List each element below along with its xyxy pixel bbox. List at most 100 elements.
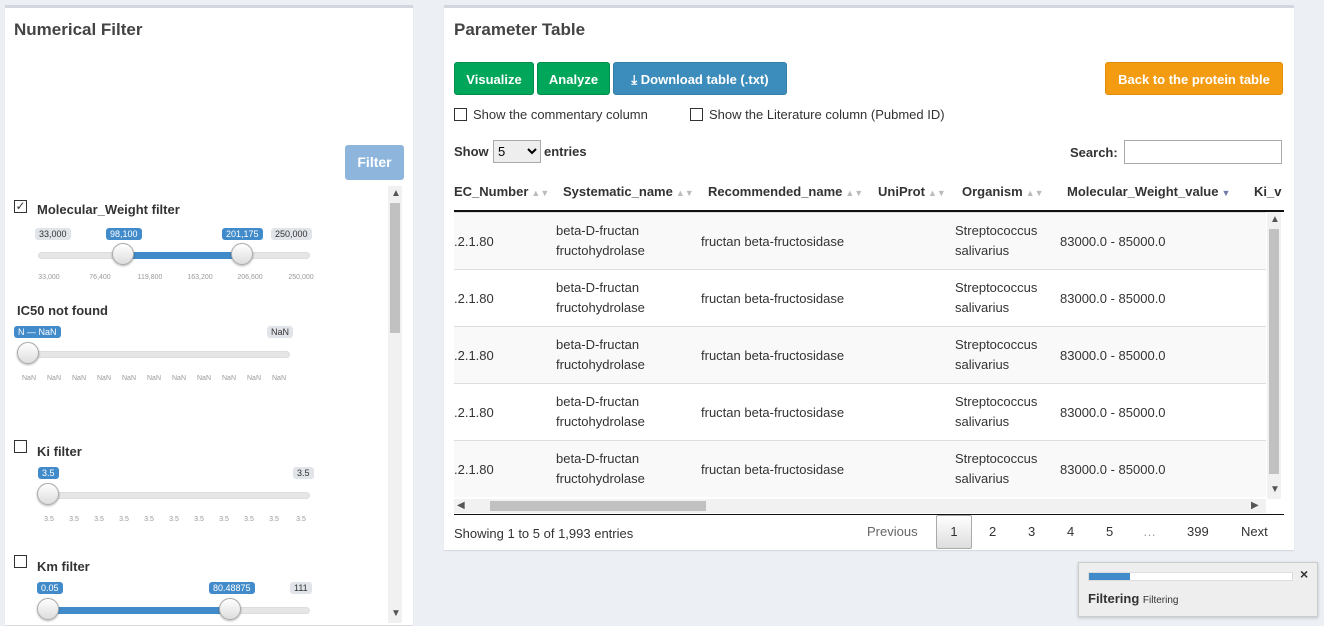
slider-track[interactable] — [38, 492, 310, 499]
tick-label: 163,200 — [187, 274, 213, 281]
slider-from-handle[interactable] — [37, 598, 59, 620]
table-row[interactable]: .2.1.80 beta-D-fructan fructohydrolase fr… — [454, 326, 1266, 383]
literature-column-toggle[interactable]: Show the Literature column (Pubmed ID) — [690, 107, 945, 122]
pagination-page-5[interactable]: 5 — [1106, 524, 1113, 539]
progress-notification: × Filtering Filtering — [1078, 562, 1318, 617]
close-icon[interactable]: × — [1300, 566, 1308, 582]
scroll-up-icon[interactable]: ▲ — [1270, 214, 1280, 225]
slider-from-label: 0.05 — [37, 582, 63, 594]
table-row[interactable]: .2.1.80 beta-D-fructan fructohydrolase fr… — [454, 212, 1266, 269]
cell-line: Streptococcus — [955, 451, 1038, 466]
header-label: UniProt — [878, 184, 925, 199]
cell-molecular-weight: 83000.0 - 85000.0 — [1060, 462, 1166, 477]
slider-min-label: 33,000 — [35, 228, 71, 240]
scroll-down-icon[interactable]: ▼ — [1270, 484, 1280, 495]
commentary-column-toggle[interactable]: Show the commentary column — [454, 107, 648, 122]
search-input[interactable] — [1124, 140, 1282, 164]
cell-organism: Streptococcus salivarius — [955, 392, 1037, 432]
tick-label: 76,400 — [89, 274, 111, 281]
commentary-label: Show the commentary column — [473, 107, 648, 122]
ki-checkbox[interactable] — [14, 440, 27, 453]
cell-recommended-name: fructan beta-fructosidase — [701, 291, 845, 306]
table-row[interactable]: .2.1.80 beta-D-fructan fructohydrolase fr… — [454, 440, 1266, 497]
pagination-page-2[interactable]: 2 — [989, 524, 996, 539]
km-checkbox[interactable] — [14, 555, 27, 568]
slider-range-fill — [49, 607, 231, 614]
cell-line: salivarius — [955, 471, 1010, 486]
column-header-systematic-name[interactable]: Systematic_name ▲▼ — [563, 173, 694, 210]
panel-title: Numerical Filter — [14, 20, 143, 39]
column-header-molecular-weight[interactable]: Molecular_Weight_value ▼ — [1067, 173, 1230, 210]
cell-systematic-name: beta-D-fructan fructohydrolase — [556, 278, 645, 318]
table-horizontal-scrollbar[interactable]: ◀ ▶ — [454, 499, 1266, 513]
tick-label: NaN — [146, 375, 162, 382]
cell-line: beta-D-fructan — [556, 394, 640, 409]
entries-select[interactable]: 5 — [493, 140, 541, 163]
molecular-weight-checkbox[interactable]: ✓ — [14, 200, 27, 213]
column-header-ki-value[interactable]: Ki_v — [1254, 173, 1281, 210]
tick-label: 119,800 — [137, 274, 163, 281]
download-button[interactable]: ⤓ Download table (.txt) — [613, 62, 787, 95]
tick-label: NaN — [171, 375, 187, 382]
length-show-label: Show — [454, 144, 489, 159]
slider-to-handle[interactable] — [231, 243, 253, 265]
scrollbar-thumb[interactable] — [490, 501, 706, 511]
cell-line: Streptococcus — [955, 337, 1038, 352]
tick-label: NaN — [46, 375, 62, 382]
scroll-down-icon[interactable]: ▼ — [391, 608, 401, 619]
filter-button[interactable]: Filter — [345, 145, 404, 180]
tick-label: NaN — [21, 375, 37, 382]
slider-from-handle[interactable] — [112, 243, 134, 265]
pagination-next[interactable]: Next — [1241, 524, 1268, 539]
tick-label: NaN — [196, 375, 212, 382]
scrollbar-thumb[interactable] — [390, 203, 400, 333]
sort-icon: ▲▼ — [531, 188, 550, 198]
header-label: Recommended_name — [708, 184, 843, 199]
scroll-up-icon[interactable]: ▲ — [391, 188, 401, 199]
pagination-page-last[interactable]: 399 — [1187, 524, 1209, 539]
slider-from-label: N — NaN — [14, 326, 61, 338]
cell-line: fructohydrolase — [556, 243, 645, 258]
back-to-protein-table-button[interactable]: Back to the protein table — [1105, 62, 1283, 95]
filter-scrollbar[interactable]: ▲ ▼ — [388, 186, 402, 623]
slider-handle[interactable] — [17, 342, 39, 364]
literature-checkbox[interactable] — [690, 108, 703, 121]
pagination-page-4[interactable]: 4 — [1067, 524, 1074, 539]
progress-fill — [1089, 573, 1130, 580]
pagination-page-1[interactable]: 1 — [936, 515, 972, 549]
tick-label: 3.5 — [94, 516, 104, 523]
scrollbar-thumb[interactable] — [1269, 229, 1279, 474]
commentary-checkbox[interactable] — [454, 108, 467, 121]
pagination-page-3[interactable]: 3 — [1028, 524, 1035, 539]
tick-label: 3.5 — [194, 516, 204, 523]
slider-max-label: NaN — [267, 326, 294, 338]
slider-to-handle[interactable] — [219, 598, 241, 620]
cell-organism: Streptococcus salivarius — [955, 278, 1037, 318]
cell-systematic-name: beta-D-fructan fructohydrolase — [556, 392, 645, 432]
cell-line: Streptococcus — [955, 223, 1038, 238]
analyze-button[interactable]: Analyze — [537, 62, 610, 95]
download-label: Download table (.txt) — [640, 72, 769, 87]
tick-label: NaN — [246, 375, 262, 382]
pagination-previous[interactable]: Previous — [867, 524, 918, 539]
table-row[interactable]: .2.1.80 beta-D-fructan fructohydrolase fr… — [454, 383, 1266, 440]
scroll-right-icon[interactable]: ▶ — [1251, 500, 1259, 511]
km-filter: Km filter 0.05 80.48875 111 — [14, 551, 314, 626]
progress-title: Filtering — [1088, 591, 1140, 606]
column-header-organism[interactable]: Organism ▲▼ — [962, 173, 1044, 210]
visualize-button[interactable]: Visualize — [454, 62, 534, 95]
cell-organism: Streptococcus salivarius — [955, 449, 1037, 489]
tick-label: 3.5 — [244, 516, 254, 523]
table-vertical-scrollbar[interactable]: ▲ ▼ — [1267, 212, 1281, 499]
slider-track[interactable] — [18, 351, 290, 358]
slider-handle[interactable] — [37, 483, 59, 505]
column-header-ec-number[interactable]: EC_Number ▲▼ — [454, 173, 549, 210]
search-label: Search: — [1070, 145, 1118, 160]
column-header-uniprot[interactable]: UniProt ▲▼ — [878, 173, 946, 210]
slider-to-label: 201,175 — [222, 228, 263, 240]
column-header-recommended-name[interactable]: Recommended_name ▲▼ — [708, 173, 863, 210]
filter-scroll-area: ✓ Molecular_Weight filter 33,000 250,000… — [5, 186, 405, 626]
table-row[interactable]: .2.1.80 beta-D-fructan fructohydrolase fr… — [454, 269, 1266, 326]
cell-line: salivarius — [955, 243, 1010, 258]
scroll-left-icon[interactable]: ◀ — [457, 500, 465, 511]
